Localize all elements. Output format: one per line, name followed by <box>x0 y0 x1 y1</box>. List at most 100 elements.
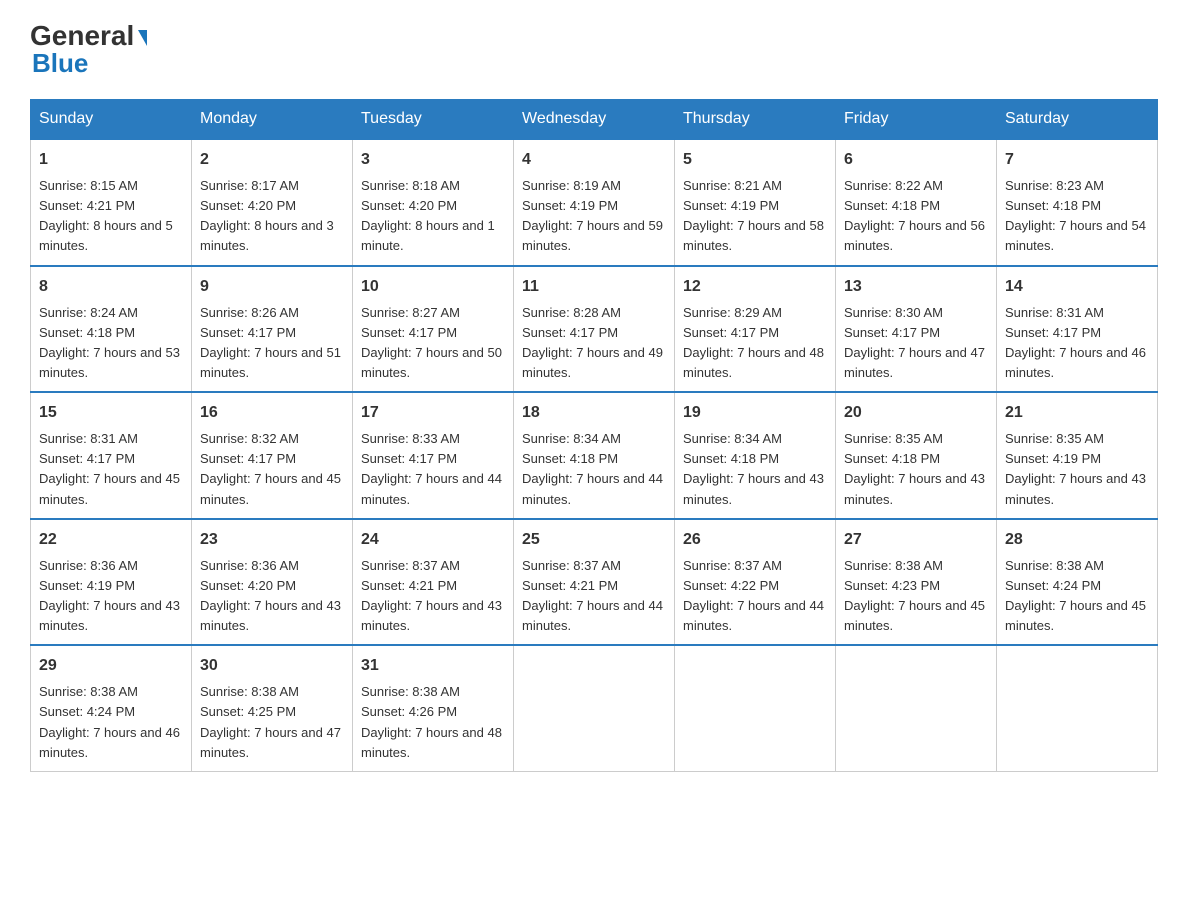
day-info: Sunrise: 8:36 AMSunset: 4:20 PMDaylight:… <box>200 556 344 637</box>
calendar-week-row: 22 Sunrise: 8:36 AMSunset: 4:19 PMDayligh… <box>31 519 1158 646</box>
day-info: Sunrise: 8:31 AMSunset: 4:17 PMDaylight:… <box>1005 303 1149 384</box>
day-info: Sunrise: 8:31 AMSunset: 4:17 PMDaylight:… <box>39 429 183 510</box>
calendar-cell: 26 Sunrise: 8:37 AMSunset: 4:22 PMDayligh… <box>675 519 836 646</box>
calendar-cell: 8 Sunrise: 8:24 AMSunset: 4:18 PMDaylight… <box>31 266 192 393</box>
day-number: 25 <box>522 528 666 552</box>
day-number: 20 <box>844 401 988 425</box>
day-info: Sunrise: 8:28 AMSunset: 4:17 PMDaylight:… <box>522 303 666 384</box>
calendar-cell: 13 Sunrise: 8:30 AMSunset: 4:17 PMDayligh… <box>836 266 997 393</box>
day-number: 26 <box>683 528 827 552</box>
header-friday: Friday <box>836 100 997 140</box>
day-info: Sunrise: 8:15 AMSunset: 4:21 PMDaylight:… <box>39 176 183 257</box>
day-info: Sunrise: 8:18 AMSunset: 4:20 PMDaylight:… <box>361 176 505 257</box>
calendar-cell: 11 Sunrise: 8:28 AMSunset: 4:17 PMDayligh… <box>514 266 675 393</box>
calendar-week-row: 15 Sunrise: 8:31 AMSunset: 4:17 PMDayligh… <box>31 392 1158 519</box>
day-number: 22 <box>39 528 183 552</box>
day-info: Sunrise: 8:32 AMSunset: 4:17 PMDaylight:… <box>200 429 344 510</box>
header-saturday: Saturday <box>997 100 1158 140</box>
day-number: 11 <box>522 275 666 299</box>
calendar-cell: 14 Sunrise: 8:31 AMSunset: 4:17 PMDayligh… <box>997 266 1158 393</box>
day-number: 5 <box>683 148 827 172</box>
day-info: Sunrise: 8:17 AMSunset: 4:20 PMDaylight:… <box>200 176 344 257</box>
calendar-cell: 16Sunrise: 8:32 AMSunset: 4:17 PMDayligh… <box>192 392 353 519</box>
calendar-cell: 18 Sunrise: 8:34 AMSunset: 4:18 PMDayligh… <box>514 392 675 519</box>
day-info: Sunrise: 8:34 AMSunset: 4:18 PMDaylight:… <box>522 429 666 510</box>
calendar-header-row: SundayMondayTuesdayWednesdayThursdayFrid… <box>31 100 1158 140</box>
calendar-week-row: 1Sunrise: 8:15 AMSunset: 4:21 PMDaylight… <box>31 139 1158 266</box>
calendar-cell: 25 Sunrise: 8:37 AMSunset: 4:21 PMDayligh… <box>514 519 675 646</box>
day-info: Sunrise: 8:37 AMSunset: 4:22 PMDaylight:… <box>683 556 827 637</box>
calendar-cell: 4 Sunrise: 8:19 AMSunset: 4:19 PMDaylight… <box>514 139 675 266</box>
day-info: Sunrise: 8:34 AMSunset: 4:18 PMDaylight:… <box>683 429 827 510</box>
calendar-cell: 27Sunrise: 8:38 AMSunset: 4:23 PMDayligh… <box>836 519 997 646</box>
day-number: 2 <box>200 148 344 172</box>
day-info: Sunrise: 8:37 AMSunset: 4:21 PMDaylight:… <box>522 556 666 637</box>
day-number: 21 <box>1005 401 1149 425</box>
calendar-cell: 6Sunrise: 8:22 AMSunset: 4:18 PMDaylight… <box>836 139 997 266</box>
calendar-cell: 1Sunrise: 8:15 AMSunset: 4:21 PMDaylight… <box>31 139 192 266</box>
day-number: 14 <box>1005 275 1149 299</box>
day-info: Sunrise: 8:29 AMSunset: 4:17 PMDaylight:… <box>683 303 827 384</box>
day-info: Sunrise: 8:38 AMSunset: 4:26 PMDaylight:… <box>361 682 505 763</box>
calendar-cell: 17 Sunrise: 8:33 AMSunset: 4:17 PMDayligh… <box>353 392 514 519</box>
calendar-cell: 12 Sunrise: 8:29 AMSunset: 4:17 PMDayligh… <box>675 266 836 393</box>
day-number: 12 <box>683 275 827 299</box>
header-monday: Monday <box>192 100 353 140</box>
calendar-cell: 7 Sunrise: 8:23 AMSunset: 4:18 PMDaylight… <box>997 139 1158 266</box>
calendar-cell <box>675 645 836 771</box>
day-info: Sunrise: 8:33 AMSunset: 4:17 PMDaylight:… <box>361 429 505 510</box>
day-info: Sunrise: 8:27 AMSunset: 4:17 PMDaylight:… <box>361 303 505 384</box>
day-number: 15 <box>39 401 183 425</box>
calendar-cell: 5 Sunrise: 8:21 AMSunset: 4:19 PMDaylight… <box>675 139 836 266</box>
day-info: Sunrise: 8:35 AMSunset: 4:19 PMDaylight:… <box>1005 429 1149 510</box>
calendar-cell: 24Sunrise: 8:37 AMSunset: 4:21 PMDayligh… <box>353 519 514 646</box>
day-number: 4 <box>522 148 666 172</box>
header-tuesday: Tuesday <box>353 100 514 140</box>
day-number: 9 <box>200 275 344 299</box>
calendar-table: SundayMondayTuesdayWednesdayThursdayFrid… <box>30 99 1158 772</box>
day-number: 19 <box>683 401 827 425</box>
calendar-cell <box>836 645 997 771</box>
day-number: 17 <box>361 401 505 425</box>
day-number: 28 <box>1005 528 1149 552</box>
calendar-cell: 22 Sunrise: 8:36 AMSunset: 4:19 PMDayligh… <box>31 519 192 646</box>
day-info: Sunrise: 8:21 AMSunset: 4:19 PMDaylight:… <box>683 176 827 257</box>
day-info: Sunrise: 8:36 AMSunset: 4:19 PMDaylight:… <box>39 556 183 637</box>
day-number: 7 <box>1005 148 1149 172</box>
day-info: Sunrise: 8:38 AMSunset: 4:23 PMDaylight:… <box>844 556 988 637</box>
calendar-cell: 2 Sunrise: 8:17 AMSunset: 4:20 PMDaylight… <box>192 139 353 266</box>
day-number: 13 <box>844 275 988 299</box>
day-number: 31 <box>361 654 505 678</box>
header-thursday: Thursday <box>675 100 836 140</box>
calendar-cell: 28 Sunrise: 8:38 AMSunset: 4:24 PMDayligh… <box>997 519 1158 646</box>
day-info: Sunrise: 8:24 AMSunset: 4:18 PMDaylight:… <box>39 303 183 384</box>
day-info: Sunrise: 8:26 AMSunset: 4:17 PMDaylight:… <box>200 303 344 384</box>
calendar-week-row: 29Sunrise: 8:38 AMSunset: 4:24 PMDayligh… <box>31 645 1158 771</box>
page-header: General Blue <box>30 20 1158 79</box>
day-info: Sunrise: 8:23 AMSunset: 4:18 PMDaylight:… <box>1005 176 1149 257</box>
header-sunday: Sunday <box>31 100 192 140</box>
logo-blue: Blue <box>32 48 88 79</box>
calendar-cell <box>997 645 1158 771</box>
calendar-cell: 10Sunrise: 8:27 AMSunset: 4:17 PMDayligh… <box>353 266 514 393</box>
day-number: 24 <box>361 528 505 552</box>
day-number: 29 <box>39 654 183 678</box>
day-number: 6 <box>844 148 988 172</box>
calendar-cell: 21 Sunrise: 8:35 AMSunset: 4:19 PMDayligh… <box>997 392 1158 519</box>
day-number: 8 <box>39 275 183 299</box>
calendar-cell: 23 Sunrise: 8:36 AMSunset: 4:20 PMDayligh… <box>192 519 353 646</box>
day-number: 18 <box>522 401 666 425</box>
calendar-week-row: 8 Sunrise: 8:24 AMSunset: 4:18 PMDaylight… <box>31 266 1158 393</box>
day-info: Sunrise: 8:38 AMSunset: 4:24 PMDaylight:… <box>1005 556 1149 637</box>
day-info: Sunrise: 8:19 AMSunset: 4:19 PMDaylight:… <box>522 176 666 257</box>
calendar-cell: 31 Sunrise: 8:38 AMSunset: 4:26 PMDayligh… <box>353 645 514 771</box>
day-info: Sunrise: 8:30 AMSunset: 4:17 PMDaylight:… <box>844 303 988 384</box>
day-number: 23 <box>200 528 344 552</box>
calendar-cell: 19 Sunrise: 8:34 AMSunset: 4:18 PMDayligh… <box>675 392 836 519</box>
day-number: 30 <box>200 654 344 678</box>
calendar-cell: 29Sunrise: 8:38 AMSunset: 4:24 PMDayligh… <box>31 645 192 771</box>
calendar-cell: 20Sunrise: 8:35 AMSunset: 4:18 PMDayligh… <box>836 392 997 519</box>
day-number: 3 <box>361 148 505 172</box>
calendar-cell <box>514 645 675 771</box>
day-info: Sunrise: 8:38 AMSunset: 4:25 PMDaylight:… <box>200 682 344 763</box>
